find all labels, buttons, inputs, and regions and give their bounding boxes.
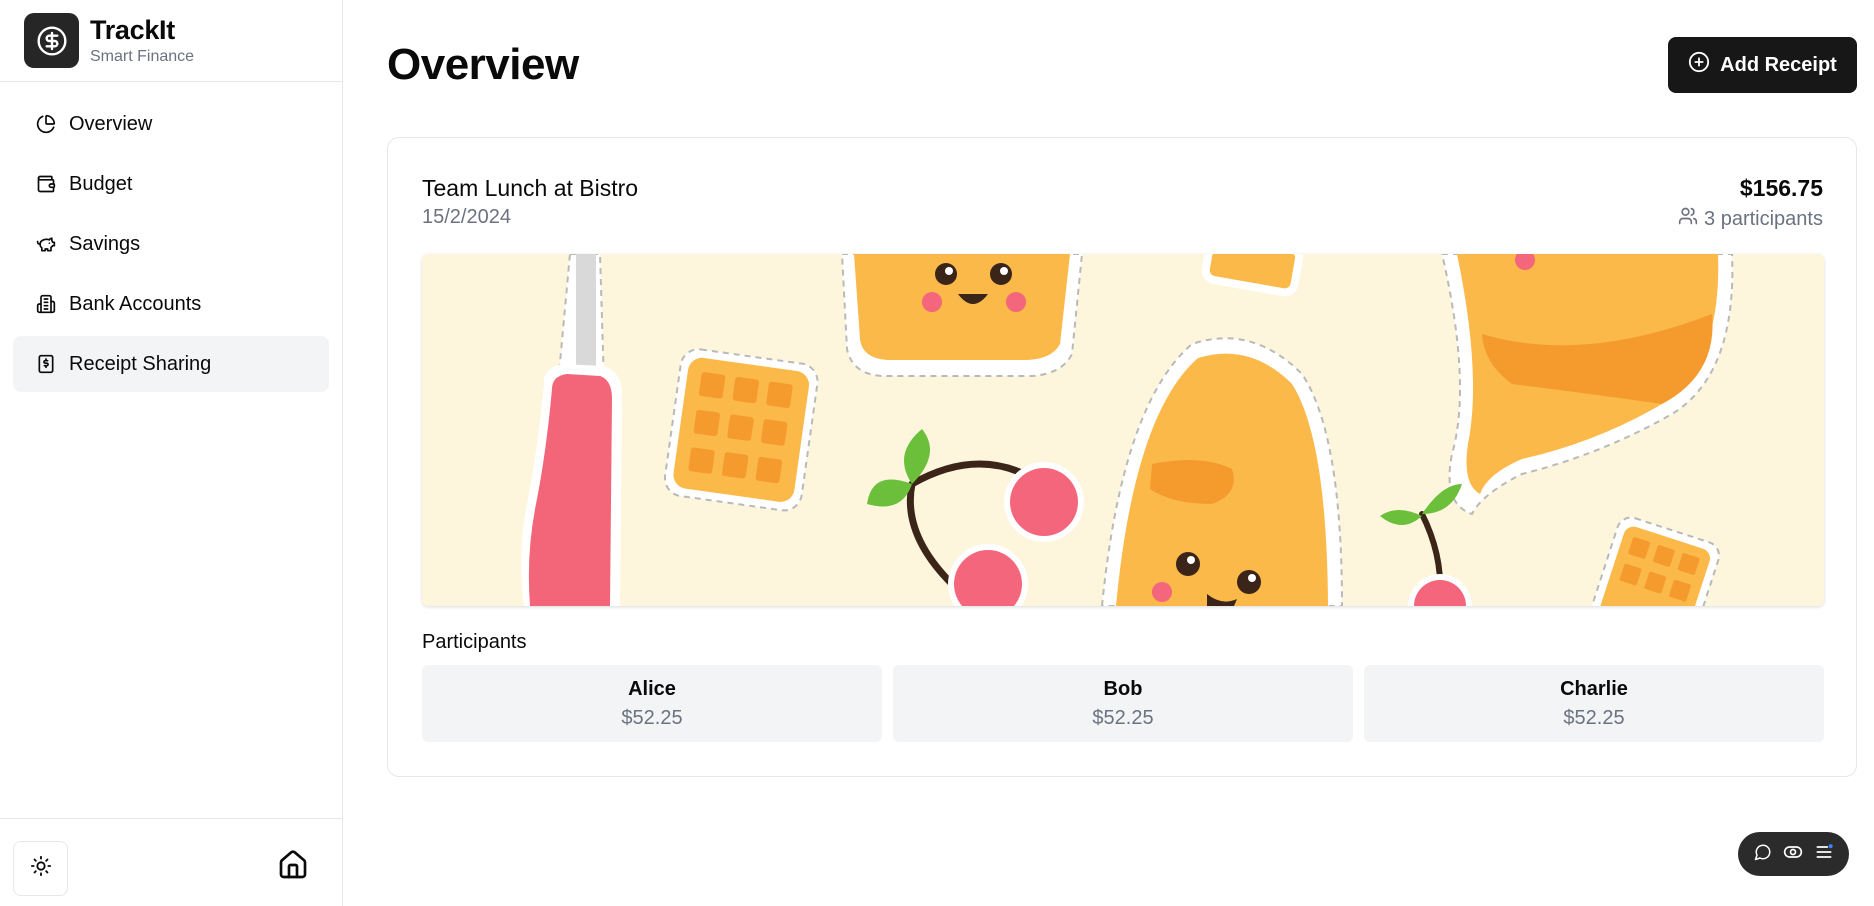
sidebar-item-bank-accounts[interactable]: Bank Accounts xyxy=(13,276,329,332)
participant-card: Alice $52.25 xyxy=(422,665,882,742)
home-button[interactable] xyxy=(275,849,311,885)
users-icon xyxy=(1678,206,1698,232)
sun-icon xyxy=(30,855,52,882)
sidebar: TrackIt Smart Finance Overview Budget Sa… xyxy=(0,0,343,906)
visibility-toggle-button[interactable] xyxy=(1781,842,1805,866)
receipt-icon xyxy=(35,353,57,375)
receipt-date: 15/2/2024 xyxy=(422,206,511,228)
add-receipt-button[interactable]: Add Receipt xyxy=(1668,37,1857,93)
participant-name: Bob xyxy=(1103,677,1143,700)
message-circle-icon xyxy=(1754,843,1772,866)
sidebar-item-label: Savings xyxy=(69,232,141,255)
dollar-circle-icon xyxy=(24,13,79,68)
menu-button[interactable] xyxy=(1812,842,1836,866)
wallet-icon xyxy=(35,173,57,195)
menu-lines-icon xyxy=(1814,842,1834,867)
participants-heading: Participants xyxy=(422,631,527,653)
receipt-amount: $156.75 xyxy=(1739,175,1823,201)
sidebar-nav: Overview Budget Savings Bank Accounts Re… xyxy=(0,82,342,410)
receipt-card[interactable]: Team Lunch at Bistro 15/2/2024 $156.75 3… xyxy=(387,137,1857,777)
piggy-bank-icon xyxy=(35,233,57,255)
pie-chart-icon xyxy=(35,113,57,135)
participants-count-text: 3 participants xyxy=(1704,207,1823,230)
brand-title: TrackIt xyxy=(90,15,175,45)
participant-amount: $52.25 xyxy=(1092,706,1154,729)
participant-name: Charlie xyxy=(1560,677,1628,700)
main-content: Overview Add Receipt Team Lunch at Bistr… xyxy=(344,0,1874,906)
chat-button[interactable] xyxy=(1751,842,1775,866)
page-title: Overview xyxy=(387,40,579,89)
bank-building-icon xyxy=(35,293,57,315)
home-icon xyxy=(277,849,309,886)
receipt-image[interactable] xyxy=(422,254,1824,606)
participant-amount: $52.25 xyxy=(621,706,683,729)
brand-subtitle: Smart Finance xyxy=(90,48,195,65)
sidebar-item-label: Budget xyxy=(69,172,133,195)
participants-list: Alice $52.25 Bob $52.25 Charlie $52.25 xyxy=(422,665,1824,742)
sidebar-item-budget[interactable]: Budget xyxy=(13,156,329,212)
brand-header: TrackIt Smart Finance xyxy=(0,0,342,82)
plus-circle-icon xyxy=(1688,51,1710,79)
sidebar-item-label: Receipt Sharing xyxy=(69,352,212,375)
participant-card: Bob $52.25 xyxy=(893,665,1353,742)
sidebar-item-savings[interactable]: Savings xyxy=(13,216,329,272)
theme-toggle-button[interactable] xyxy=(13,841,68,896)
participants-count: 3 participants xyxy=(1678,206,1823,232)
add-receipt-label: Add Receipt xyxy=(1720,53,1837,76)
receipt-title: Team Lunch at Bistro xyxy=(422,175,639,201)
sidebar-item-label: Bank Accounts xyxy=(69,292,202,315)
sidebar-item-receipt-sharing[interactable]: Receipt Sharing xyxy=(13,336,329,392)
sidebar-footer xyxy=(0,818,342,906)
participant-name: Alice xyxy=(628,677,676,700)
floating-toolbar xyxy=(1738,832,1849,876)
sidebar-item-overview[interactable]: Overview xyxy=(13,96,329,152)
participant-card: Charlie $52.25 xyxy=(1364,665,1824,742)
sidebar-item-label: Overview xyxy=(69,112,153,135)
eye-toggle-icon xyxy=(1783,842,1803,867)
participant-amount: $52.25 xyxy=(1563,706,1625,729)
